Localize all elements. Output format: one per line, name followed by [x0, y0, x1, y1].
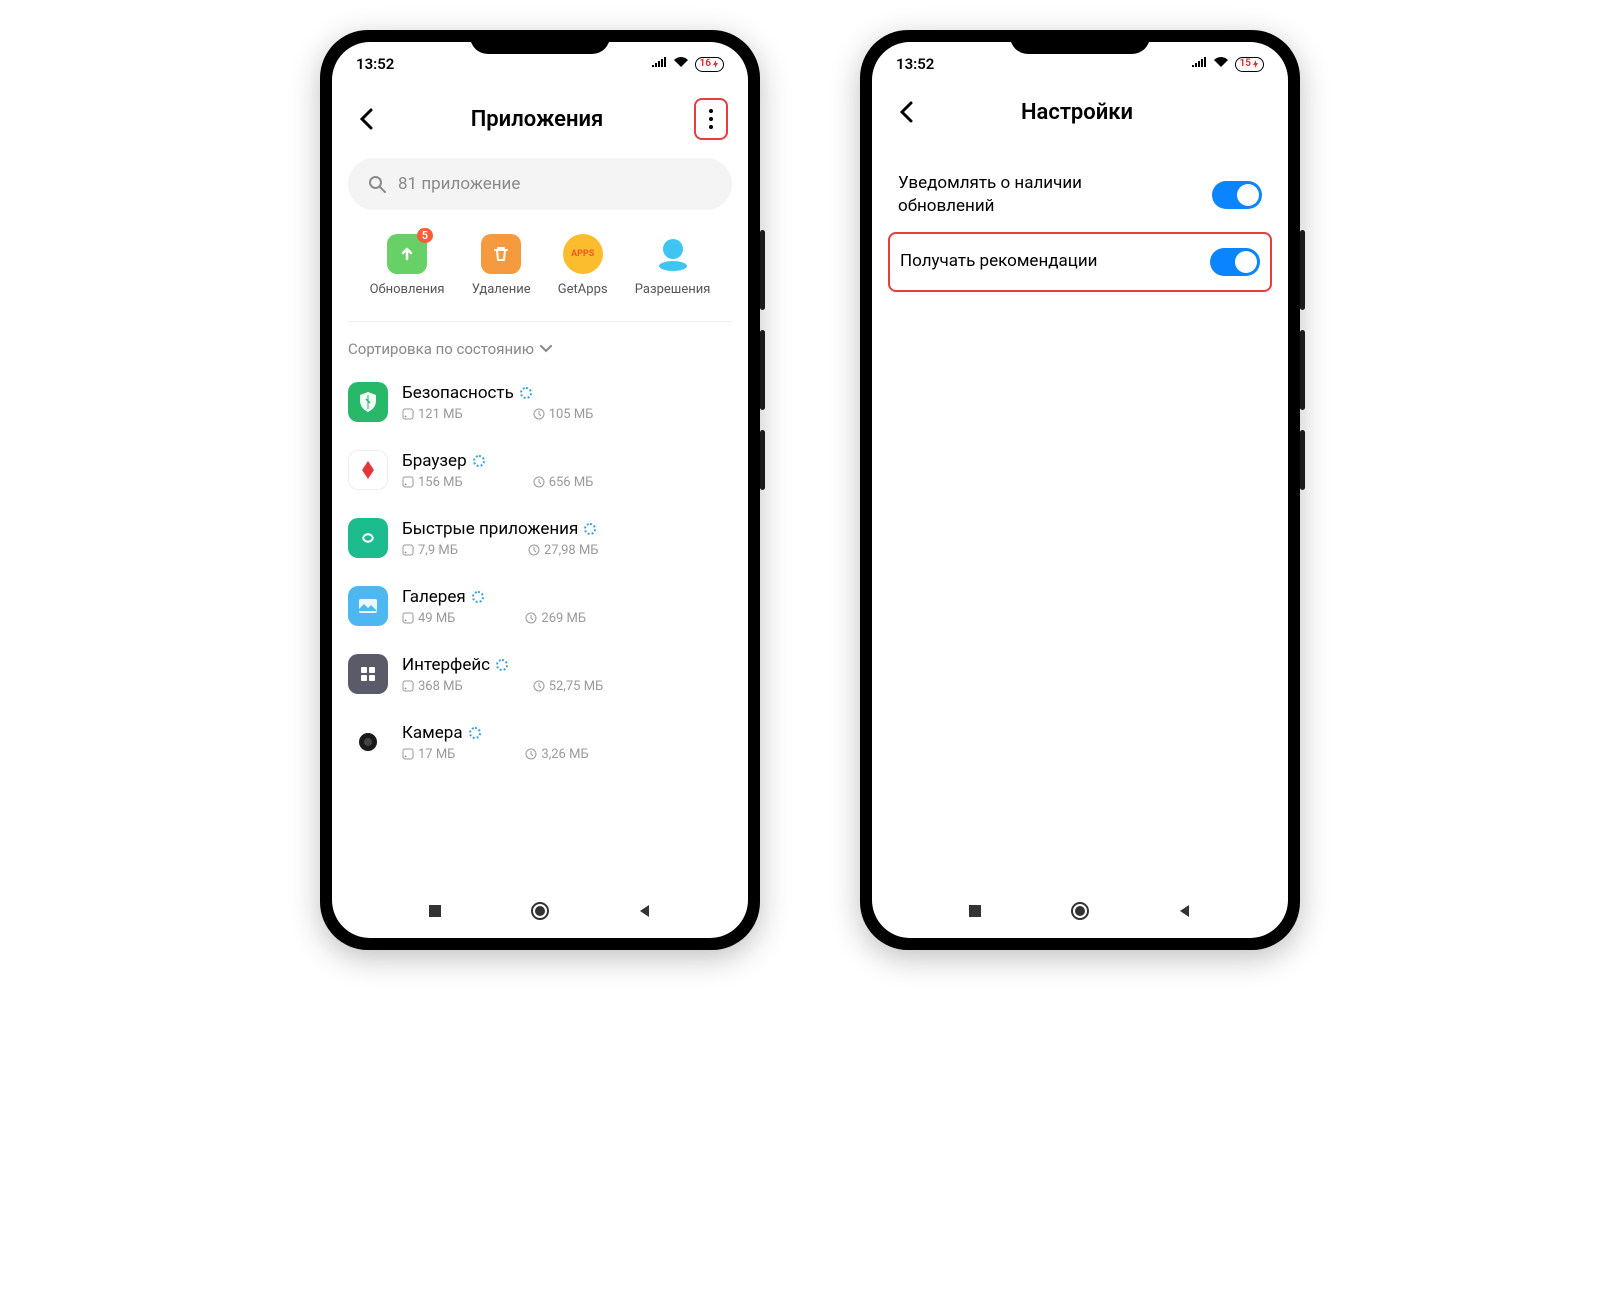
interface-icon [348, 654, 388, 694]
storage-size: 121 МБ [402, 407, 463, 422]
status-icons: 15 [1191, 56, 1264, 72]
screen-settings: 13:52 15 Настройки Уведомлять о наличии … [872, 42, 1288, 938]
status-time: 13:52 [896, 55, 934, 73]
loading-spinner-icon [472, 591, 484, 603]
loading-spinner-icon [469, 727, 481, 739]
quick-apps-icon [348, 518, 388, 558]
camera-icon [348, 722, 388, 762]
back-button[interactable] [352, 105, 380, 133]
search-icon [368, 175, 386, 193]
browser-icon [348, 450, 388, 490]
gallery-icon [348, 586, 388, 626]
status-bar: 13:52 16 [332, 42, 748, 80]
battery-indicator: 16 [695, 57, 724, 72]
security-icon [348, 382, 388, 422]
nav-back-button[interactable] [1175, 901, 1195, 921]
status-time: 13:52 [356, 55, 394, 73]
list-item[interactable]: Галерея 49 МБ 269 МБ [348, 572, 732, 640]
action-updates[interactable]: 5 Обновления [370, 234, 445, 297]
list-item[interactable]: Браузер 156 МБ 656 МБ [348, 436, 732, 504]
chevron-down-icon [540, 345, 552, 353]
more-vertical-icon [709, 109, 713, 129]
signal-icon [1191, 56, 1207, 72]
battery-indicator: 15 [1235, 57, 1264, 72]
sort-label: Сортировка по состоянию [348, 340, 534, 358]
nav-home-button[interactable] [1070, 901, 1090, 921]
back-button[interactable] [892, 98, 920, 126]
nav-bar [872, 884, 1288, 938]
toggle-notify-updates[interactable] [1212, 181, 1262, 209]
list-item[interactable]: Быстрые приложения 7,9 МБ 27,98 МБ [348, 504, 732, 572]
setting-notify-updates[interactable]: Уведомлять о наличии обновлений [888, 158, 1272, 232]
loading-spinner-icon [496, 659, 508, 671]
nav-bar [332, 884, 748, 938]
list-item[interactable]: Интерфейс 368 МБ 52,75 МБ [348, 640, 732, 708]
trash-icon [481, 234, 521, 274]
updates-badge: 5 [417, 228, 433, 243]
action-uninstall-label: Удаление [472, 282, 531, 297]
action-permissions-label: Разрешения [635, 282, 711, 297]
nav-home-button[interactable] [530, 901, 550, 921]
nav-back-button[interactable] [635, 901, 655, 921]
action-getapps-label: GetApps [558, 282, 608, 297]
screen-apps: 13:52 16 Приложения 81 приложение [332, 42, 748, 938]
loading-spinner-icon [473, 455, 485, 467]
setting-label: Уведомлять о наличии обновлений [898, 172, 1158, 218]
permissions-icon [653, 234, 693, 274]
action-row: 5 Обновления Удаление APPS GetApps [348, 226, 732, 322]
list-item[interactable]: Безопасность 121 МБ 105 МБ [348, 368, 732, 436]
search-placeholder: 81 приложение [398, 174, 520, 194]
toggle-recommendations[interactable] [1210, 248, 1260, 276]
header: Приложения [332, 80, 748, 152]
action-getapps[interactable]: APPS GetApps [558, 234, 608, 297]
action-updates-label: Обновления [370, 282, 445, 297]
sort-dropdown[interactable]: Сортировка по состоянию [332, 322, 748, 368]
action-permissions[interactable]: Разрешения [635, 234, 711, 297]
action-uninstall[interactable]: Удаление [472, 234, 531, 297]
phone-frame-left: 13:52 16 Приложения 81 приложение [320, 30, 760, 950]
list-item[interactable]: Камера 17 МБ 3,26 МБ [348, 708, 732, 776]
getapps-icon: APPS [563, 234, 603, 274]
loading-spinner-icon [584, 523, 596, 535]
wifi-icon [1213, 56, 1229, 72]
nav-recents-button[interactable] [965, 901, 985, 921]
phone-frame-right: 13:52 15 Настройки Уведомлять о наличии … [860, 30, 1300, 950]
loading-spinner-icon [520, 387, 532, 399]
updates-icon: 5 [387, 234, 427, 274]
settings-list: Уведомлять о наличии обновлений Получать… [872, 138, 1288, 312]
nav-recents-button[interactable] [425, 901, 445, 921]
status-icons: 16 [651, 56, 724, 72]
app-list: Безопасность 121 МБ 105 МБ Браузер 156 М… [332, 368, 748, 884]
header: Настройки [872, 80, 1288, 138]
page-title: Настройки [920, 100, 1234, 125]
data-size: 105 МБ [533, 407, 594, 422]
page-title: Приложения [380, 107, 694, 132]
signal-icon [651, 56, 667, 72]
setting-label: Получать рекомендации [900, 250, 1097, 273]
setting-recommendations[interactable]: Получать рекомендации [888, 232, 1272, 292]
status-bar: 13:52 15 [872, 42, 1288, 80]
more-options-button[interactable] [694, 98, 728, 140]
wifi-icon [673, 56, 689, 72]
search-input[interactable]: 81 приложение [348, 158, 732, 210]
